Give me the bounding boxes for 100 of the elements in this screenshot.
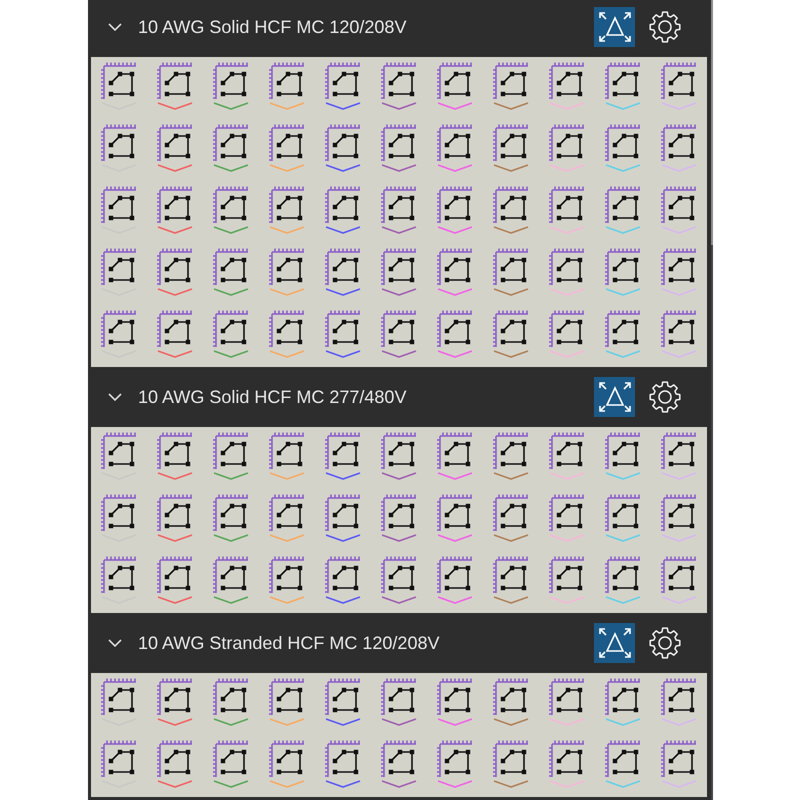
wire-run-icon[interactable] (493, 124, 529, 172)
wire-run-icon[interactable] (101, 740, 137, 788)
wire-run-icon[interactable] (605, 740, 641, 788)
wire-run-icon[interactable] (661, 124, 697, 172)
wire-run-icon[interactable] (549, 678, 585, 726)
wire-run-icon[interactable] (381, 494, 417, 542)
wire-run-icon[interactable] (157, 124, 193, 172)
wire-run-icon[interactable] (157, 310, 193, 358)
wire-run-icon[interactable] (605, 248, 641, 296)
wire-run-icon[interactable] (269, 740, 305, 788)
wire-run-icon[interactable] (213, 740, 249, 788)
wire-run-icon[interactable] (101, 432, 137, 480)
wire-run-icon[interactable] (213, 494, 249, 542)
wire-run-icon[interactable] (381, 310, 417, 358)
wire-run-icon[interactable] (325, 248, 361, 296)
wire-run-icon[interactable] (325, 678, 361, 726)
wire-run-icon[interactable] (549, 432, 585, 480)
wire-run-icon[interactable] (213, 556, 249, 604)
wire-run-icon[interactable] (269, 494, 305, 542)
wire-run-icon[interactable] (661, 556, 697, 604)
wire-run-icon[interactable] (381, 556, 417, 604)
wire-run-icon[interactable] (269, 432, 305, 480)
wire-run-icon[interactable] (325, 494, 361, 542)
wire-run-icon[interactable] (213, 432, 249, 480)
wire-run-icon[interactable] (605, 310, 641, 358)
wire-run-icon[interactable] (269, 556, 305, 604)
chevron-icon[interactable] (108, 23, 122, 31)
wire-run-icon[interactable] (269, 124, 305, 172)
wire-run-icon[interactable] (661, 432, 697, 480)
wire-run-icon[interactable] (157, 186, 193, 234)
wire-run-icon[interactable] (661, 494, 697, 542)
wire-run-icon[interactable] (381, 432, 417, 480)
chevron-icon[interactable] (108, 393, 122, 401)
wire-run-icon[interactable] (325, 432, 361, 480)
wire-run-icon[interactable] (437, 740, 473, 788)
wire-run-icon[interactable] (661, 186, 697, 234)
wire-run-icon[interactable] (381, 678, 417, 726)
wire-run-icon[interactable] (493, 432, 529, 480)
wire-run-icon[interactable] (605, 432, 641, 480)
wire-run-icon[interactable] (437, 186, 473, 234)
wire-run-icon[interactable] (549, 556, 585, 604)
wire-run-icon[interactable] (661, 248, 697, 296)
wire-run-icon[interactable] (549, 62, 585, 110)
wire-run-icon[interactable] (549, 124, 585, 172)
wire-run-icon[interactable] (213, 186, 249, 234)
wire-run-icon[interactable] (605, 62, 641, 110)
wire-run-icon[interactable] (213, 678, 249, 726)
wire-run-icon[interactable] (157, 432, 193, 480)
wire-run-icon[interactable] (437, 556, 473, 604)
wire-run-icon[interactable] (493, 740, 529, 788)
wire-run-icon[interactable] (157, 248, 193, 296)
settings-icon[interactable] (648, 380, 682, 414)
wire-run-icon[interactable] (493, 310, 529, 358)
wire-run-icon[interactable] (101, 678, 137, 726)
wire-run-icon[interactable] (157, 678, 193, 726)
wire-run-icon[interactable] (101, 494, 137, 542)
wire-run-icon[interactable] (605, 186, 641, 234)
wire-run-icon[interactable] (437, 494, 473, 542)
wire-run-icon[interactable] (493, 62, 529, 110)
wire-run-icon[interactable] (661, 310, 697, 358)
scrollbar-thumb[interactable] (711, 0, 713, 245)
wire-run-icon[interactable] (381, 62, 417, 110)
wire-run-icon[interactable] (381, 124, 417, 172)
fit-view-button[interactable] (594, 377, 635, 417)
wire-run-icon[interactable] (325, 556, 361, 604)
scrollbar-track[interactable] (707, 0, 713, 800)
wire-run-icon[interactable] (437, 432, 473, 480)
wire-run-icon[interactable] (437, 248, 473, 296)
wire-run-icon[interactable] (269, 310, 305, 358)
wire-run-icon[interactable] (213, 62, 249, 110)
wire-run-icon[interactable] (493, 186, 529, 234)
wire-run-icon[interactable] (437, 124, 473, 172)
wire-run-icon[interactable] (213, 248, 249, 296)
wire-run-icon[interactable] (605, 124, 641, 172)
wire-run-icon[interactable] (157, 62, 193, 110)
wire-run-icon[interactable] (381, 186, 417, 234)
wire-run-icon[interactable] (269, 248, 305, 296)
wire-run-icon[interactable] (325, 310, 361, 358)
wire-run-icon[interactable] (381, 740, 417, 788)
wire-run-icon[interactable] (661, 678, 697, 726)
wire-run-icon[interactable] (269, 678, 305, 726)
wire-run-icon[interactable] (157, 556, 193, 604)
wire-run-icon[interactable] (101, 186, 137, 234)
wire-run-icon[interactable] (101, 310, 137, 358)
wire-run-icon[interactable] (549, 248, 585, 296)
wire-run-icon[interactable] (101, 248, 137, 296)
wire-run-icon[interactable] (101, 62, 137, 110)
wire-run-icon[interactable] (493, 494, 529, 542)
chevron-icon[interactable] (108, 639, 122, 647)
wire-run-icon[interactable] (269, 62, 305, 110)
wire-run-icon[interactable] (605, 556, 641, 604)
wire-run-icon[interactable] (157, 494, 193, 542)
wire-run-icon[interactable] (325, 740, 361, 788)
wire-run-icon[interactable] (101, 556, 137, 604)
wire-run-icon[interactable] (661, 62, 697, 110)
wire-run-icon[interactable] (213, 124, 249, 172)
wire-run-icon[interactable] (549, 310, 585, 358)
settings-icon[interactable] (648, 10, 682, 44)
wire-run-icon[interactable] (437, 678, 473, 726)
wire-run-icon[interactable] (213, 310, 249, 358)
